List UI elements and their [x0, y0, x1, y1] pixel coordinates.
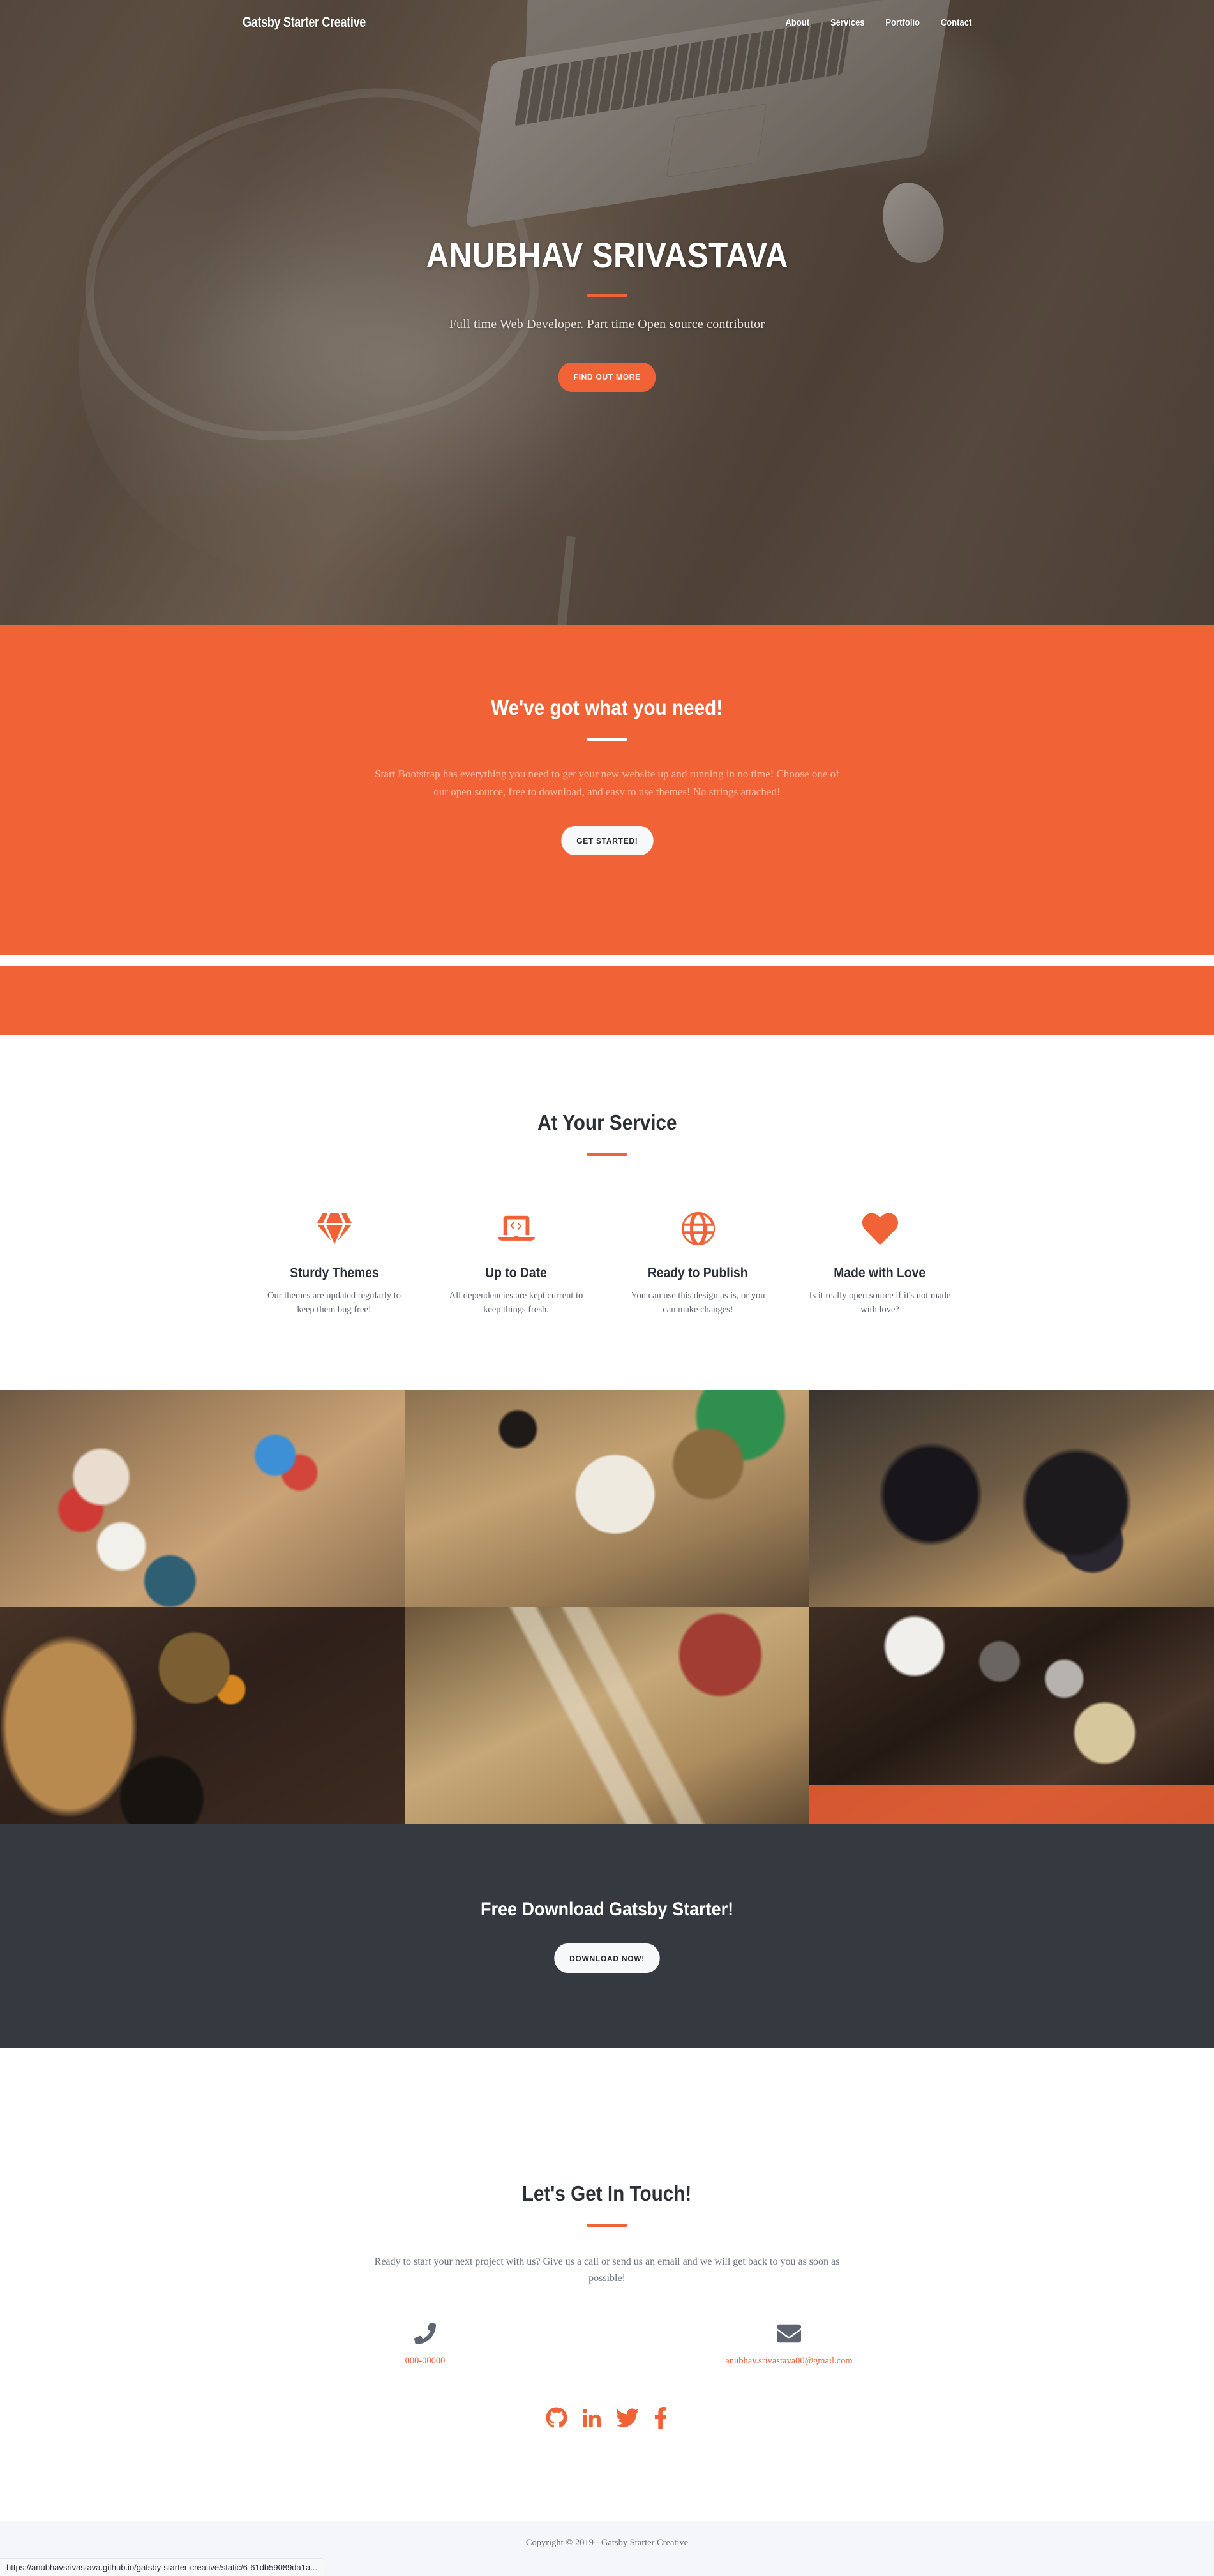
about-divider — [587, 738, 627, 741]
contact-divider — [587, 2224, 627, 2227]
contact-phone-block: 000-00000 — [243, 2320, 607, 2367]
portfolio-image-2 — [405, 1390, 809, 1607]
hero-subtitle: Full time Web Developer. Part time Open … — [449, 317, 765, 331]
hero-divider — [587, 293, 627, 297]
gem-icon — [317, 1206, 352, 1252]
service-item-sturdy-themes: Sturdy Themes Our themes are updated reg… — [243, 1206, 425, 1317]
hero-section: ANUBHAV SRIVASTAVA Full time Web Develop… — [0, 0, 1214, 625]
download-section: Free Download Gatsby Starter! DOWNLOAD N… — [0, 1824, 1214, 2048]
about-section: We've got what you need! Start Bootstrap… — [0, 625, 1214, 955]
nav-links: About Services Portfolio Contact — [785, 17, 971, 28]
social-links — [546, 2406, 668, 2429]
service-desc: Is it really open source if it's not mad… — [809, 1291, 951, 1315]
browser-status-bar: https://anubhavsrivastava.github.io/gats… — [0, 2558, 325, 2576]
contact-title: Let's Get In Touch! — [522, 2182, 692, 2205]
nav-link-services[interactable]: Services — [830, 17, 864, 28]
service-title: Made with Love — [834, 1266, 926, 1280]
brand-logo[interactable]: Gatsby Starter Creative — [243, 14, 366, 31]
portfolio-item[interactable] — [0, 1390, 405, 1607]
service-title: Up to Date — [485, 1266, 547, 1280]
portfolio-image-5 — [405, 1607, 809, 1824]
services-divider — [587, 1153, 627, 1156]
portfolio-image-1 — [0, 1390, 405, 1607]
portfolio-grid — [0, 1390, 1214, 1824]
contact-section: Let's Get In Touch! Ready to start your … — [0, 2048, 1214, 2521]
portfolio-item[interactable] — [0, 1607, 405, 1824]
phone-icon — [414, 2320, 436, 2347]
portfolio-item[interactable] — [809, 1607, 1214, 1824]
facebook-icon[interactable] — [653, 2406, 668, 2429]
nav-link-contact[interactable]: Contact — [940, 17, 971, 28]
contact-methods: 000-00000 anubhav.srivastava00@gmail.com — [243, 2320, 971, 2367]
service-desc: All dependencies are kept current to kee… — [449, 1291, 583, 1315]
contact-email-value[interactable]: anubhav.srivastava00@gmail.com — [725, 2356, 852, 2367]
heart-icon — [862, 1206, 898, 1252]
github-icon[interactable] — [546, 2407, 567, 2429]
service-desc: You can use this design as is, or you ca… — [631, 1291, 765, 1315]
service-title: Ready to Publish — [648, 1266, 748, 1280]
contact-phone-value[interactable]: 000-00000 — [405, 2356, 446, 2367]
copyright-text: Copyright © 2019 - Gatsby Starter Creati… — [525, 2538, 689, 2548]
hero-content: ANUBHAV SRIVASTAVA Full time Web Develop… — [0, 0, 1214, 625]
portfolio-hover-overlay — [809, 1785, 1214, 1824]
find-out-more-button[interactable]: FIND OUT MORE — [558, 362, 656, 392]
download-button-wrap: DOWNLOAD NOW! — [550, 1943, 664, 1973]
portfolio-item[interactable] — [405, 1390, 809, 1607]
nav-link-portfolio[interactable]: Portfolio — [885, 17, 920, 28]
navbar: Gatsby Starter Creative About Services P… — [0, 0, 1214, 45]
envelope-icon — [777, 2320, 801, 2347]
portfolio-item[interactable] — [809, 1390, 1214, 1607]
service-item-up-to-date: Up to Date All dependencies are kept cur… — [425, 1206, 607, 1317]
services-title: At Your Service — [537, 1111, 677, 1134]
portfolio-image-4 — [0, 1607, 405, 1824]
portfolio-item[interactable] — [405, 1607, 809, 1824]
service-title: Sturdy Themes — [289, 1266, 379, 1280]
service-item-made-with-love: Made with Love Is it really open source … — [789, 1206, 971, 1317]
download-now-button[interactable]: DOWNLOAD NOW! — [554, 1943, 660, 1973]
service-item-ready-to-publish: Ready to Publish You can use this design… — [607, 1206, 789, 1317]
linkedin-icon[interactable] — [581, 2408, 602, 2428]
services-section: At Your Service Sturdy Themes Our themes… — [0, 1035, 1214, 1390]
globe-icon — [681, 1206, 716, 1252]
nav-link-about[interactable]: About — [785, 17, 809, 28]
page-title: ANUBHAV SRIVASTAVA — [426, 234, 788, 275]
contact-email-block: anubhav.srivastava00@gmail.com — [607, 2320, 971, 2367]
services-grid: Sturdy Themes Our themes are updated reg… — [243, 1206, 971, 1317]
about-bottom-strip — [0, 966, 1214, 1035]
laptop-code-icon — [497, 1206, 535, 1252]
twitter-icon[interactable] — [616, 2406, 639, 2429]
service-desc: Our themes are updated regularly to keep… — [267, 1291, 401, 1315]
portfolio-image-3 — [809, 1390, 1214, 1607]
get-started-button[interactable]: GET STARTED! — [560, 826, 654, 856]
contact-body: Ready to start your next project with us… — [374, 2256, 840, 2284]
about-body: Start Bootstrap has everything you need … — [375, 768, 839, 798]
download-title: Free Download Gatsby Starter! — [480, 1899, 734, 1920]
about-title: We've got what you need! — [491, 696, 723, 719]
